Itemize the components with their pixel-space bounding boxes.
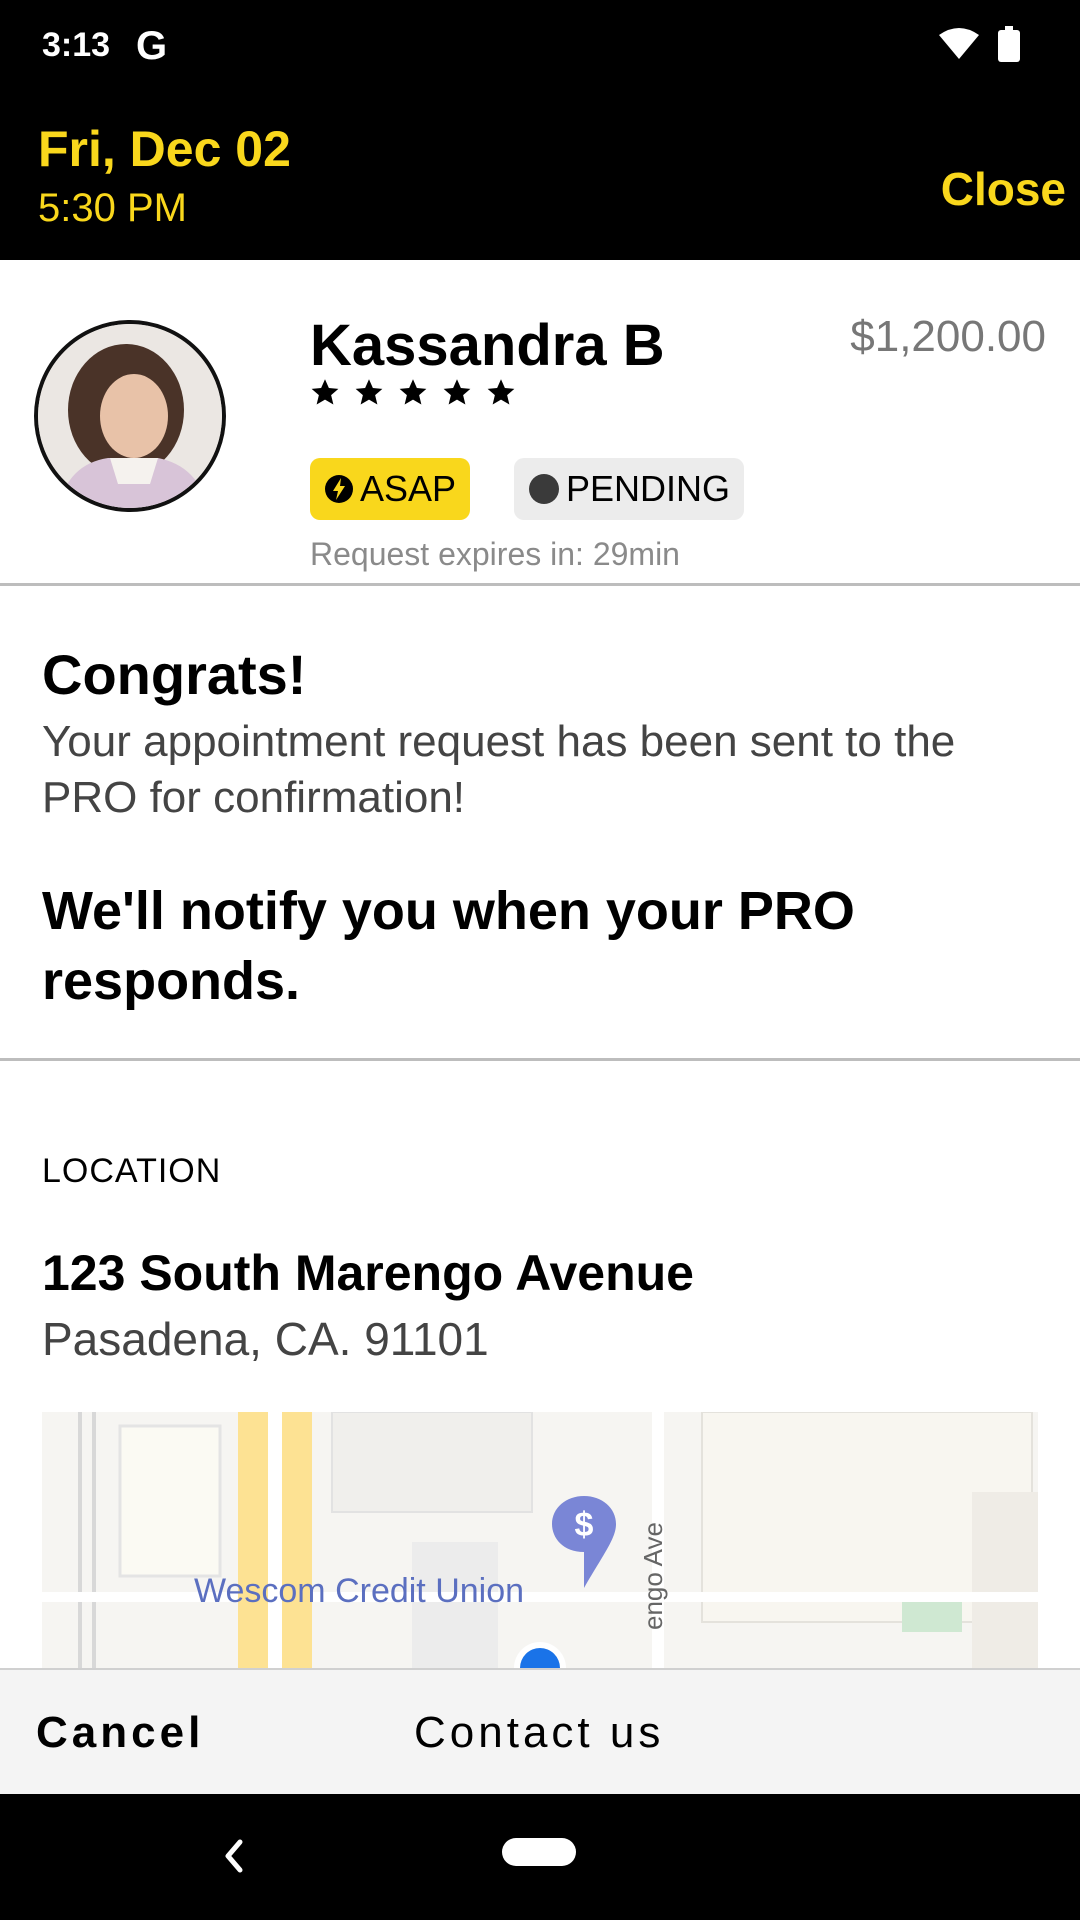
battery-icon bbox=[998, 26, 1020, 62]
pending-label: PENDING bbox=[566, 468, 731, 509]
appointment-date: Fri, Dec 02 bbox=[38, 121, 291, 177]
home-button[interactable] bbox=[502, 1838, 576, 1866]
pro-name: Kassandra B bbox=[310, 313, 665, 378]
map-canvas: $ bbox=[42, 1412, 1038, 1668]
star-icon bbox=[443, 379, 471, 405]
confirmation-body: Your appointment request has been sent t… bbox=[42, 717, 956, 822]
star-icon bbox=[355, 379, 383, 405]
star-icon bbox=[487, 379, 515, 405]
asap-badge: ASAP bbox=[310, 458, 471, 520]
status-time: 3:13 bbox=[42, 26, 111, 64]
svg-text:$: $ bbox=[575, 1506, 594, 1544]
request-expiry: Request expires in: 29min bbox=[310, 536, 680, 572]
map-poi-label: Wescom Credit Union bbox=[194, 1572, 525, 1610]
appointment-header: Fri, Dec 02 5:30 PM Close bbox=[0, 94, 1080, 260]
map-street-label: engo Ave bbox=[638, 1522, 668, 1630]
status-bar: 3:13 G bbox=[0, 0, 1080, 94]
pending-badge: PENDING bbox=[514, 458, 745, 520]
lightning-icon bbox=[325, 475, 353, 503]
back-icon[interactable] bbox=[218, 1828, 248, 1884]
system-nav-bar bbox=[0, 1794, 1080, 1920]
contact-us-button[interactable]: Contact us bbox=[414, 1708, 664, 1758]
notify-message: We'll notify you when your PRO responds. bbox=[42, 881, 855, 1011]
address-street: 123 South Marengo Avenue bbox=[42, 1245, 694, 1301]
wifi-icon bbox=[939, 28, 979, 59]
status-dot-icon bbox=[529, 474, 559, 504]
location-label: LOCATION bbox=[42, 1152, 222, 1190]
star-icon bbox=[399, 379, 427, 405]
status-icons bbox=[938, 26, 1020, 62]
address-city: Pasadena, CA. 91101 bbox=[42, 1313, 489, 1365]
asap-label: ASAP bbox=[360, 468, 457, 509]
avatar bbox=[34, 320, 226, 512]
google-icon: G bbox=[136, 24, 168, 68]
price: $1,200.00 bbox=[850, 312, 1046, 361]
rating-stars bbox=[310, 378, 516, 408]
confirmation-section: Congrats! Your appointment request has b… bbox=[0, 586, 1080, 1061]
close-button[interactable]: Close bbox=[941, 162, 1066, 216]
pro-card: Kassandra B $1,200.00 ASAP PENDING Reque… bbox=[0, 260, 1080, 586]
avatar-photo bbox=[38, 324, 222, 508]
confirmation-title: Congrats! bbox=[42, 643, 307, 706]
appointment-time: 5:30 PM bbox=[38, 186, 187, 230]
action-bar: Cancel Contact us bbox=[0, 1668, 1080, 1794]
cancel-button[interactable]: Cancel bbox=[36, 1708, 204, 1758]
star-icon bbox=[311, 379, 339, 405]
location-map[interactable]: $ Wescom Credit Union engo Ave bbox=[42, 1412, 1038, 1668]
